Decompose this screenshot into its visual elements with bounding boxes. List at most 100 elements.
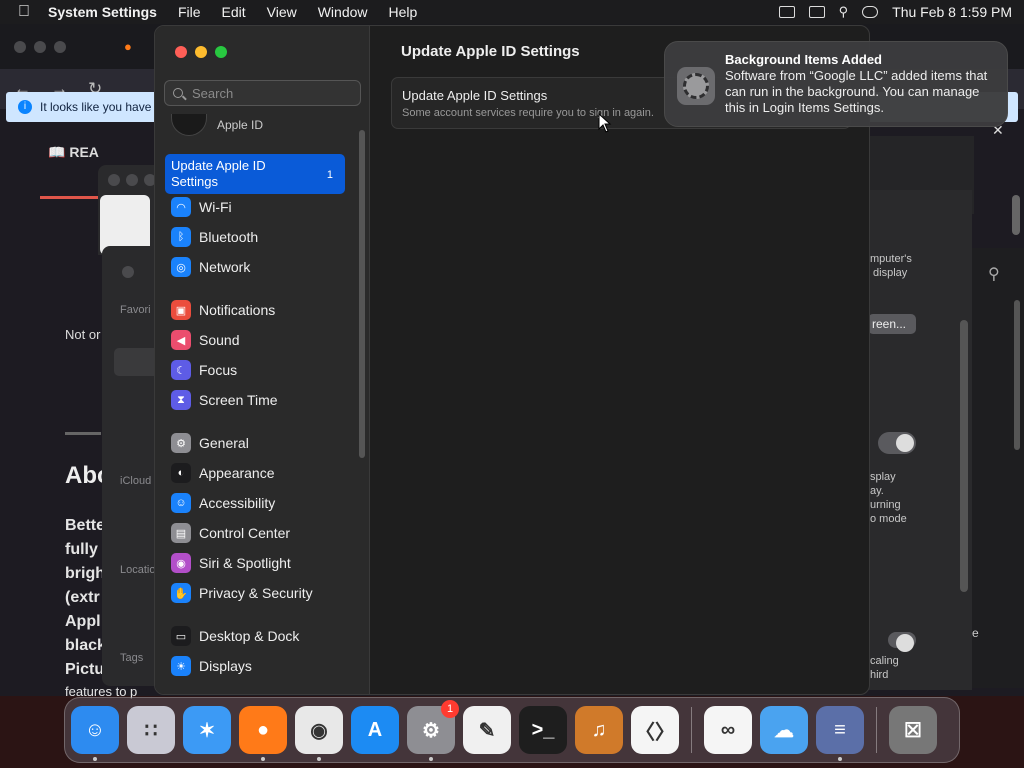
sidebar-item-label: Screen Time	[199, 392, 278, 408]
firefox-scrollbar[interactable]	[1012, 195, 1020, 235]
safari-app[interactable]: ✶	[183, 706, 231, 754]
firefox-tab-icon[interactable]: ●	[124, 39, 132, 54]
sidebar-item-wi-fi[interactable]: ◠ Wi-Fi	[171, 196, 232, 218]
textedit-app[interactable]: ✎	[463, 706, 511, 754]
background-items-notification[interactable]: Background Items Added Software from “Go…	[664, 41, 1008, 127]
launchpad-icon: ∷	[144, 719, 158, 742]
sidebar-item-displays[interactable]: ☀ Displays	[171, 655, 252, 677]
firefox-icon: ●	[256, 718, 270, 741]
system-settings-app[interactable]: ⚙ 1	[407, 700, 459, 761]
sidebar-item-label: Notifications	[199, 302, 276, 318]
menu-view[interactable]: View	[267, 4, 297, 20]
sidebar-item-network[interactable]: ◎ Network	[171, 256, 250, 278]
window-minimize-button[interactable]	[195, 46, 207, 58]
sidebar-item-notifications[interactable]: ▣ Notifications	[171, 299, 275, 321]
sidebar-item-siri-spotlight[interactable]: ◉ Siri & Spotlight	[171, 552, 291, 574]
weather-app[interactable]: ☁	[760, 706, 808, 754]
mouse-cursor-icon	[598, 113, 612, 133]
dock: ☺ ∷ ✶ ● ◉ A ⚙ 1 ✎ >_ ♫ 〈〉 ∞ ☁ ≡ ☒	[64, 697, 960, 763]
sidebar-item-desktop-dock[interactable]: ▭ Desktop & Dock	[171, 625, 299, 647]
displays-icon: ☀	[171, 656, 191, 676]
running-indicator	[838, 757, 842, 761]
sidebar-item-control-center[interactable]: ▤ Control Center	[171, 522, 290, 544]
menu-file[interactable]: File	[178, 4, 201, 20]
sidebar-item-appearance[interactable]: ◐ Appearance	[171, 462, 275, 484]
sidebar-item-screen-time[interactable]: ⧗ Screen Time	[171, 389, 278, 411]
stage-manager-icon[interactable]	[808, 6, 825, 18]
apple-id-label: Apple ID	[217, 118, 264, 132]
window-zoom-button[interactable]	[54, 40, 66, 53]
info-icon: i	[18, 100, 32, 114]
sidebar-item-label: Appearance	[199, 465, 275, 481]
terminal-icon: >_	[531, 718, 555, 741]
reader-view-label[interactable]: 📖 REA	[48, 144, 99, 161]
chrome-icon: ◉	[310, 719, 328, 742]
search-icon[interactable]: ⚲	[988, 264, 1000, 284]
sidebar-item-sound[interactable]: ◀ Sound	[171, 329, 239, 351]
sidebar-favorites-label: Favori	[120, 304, 151, 316]
launchpad-app[interactable]: ∷	[127, 706, 175, 754]
running-indicator	[261, 757, 265, 761]
general-icon: ⚙	[171, 433, 191, 453]
window-minimize-button[interactable]	[126, 174, 138, 186]
sidebar-item-label: Control Center	[199, 525, 291, 541]
article-line: brigh	[65, 565, 105, 582]
terminal-app[interactable]: >_	[519, 706, 567, 754]
search-input[interactable]: Search	[164, 80, 361, 106]
finder-app[interactable]: ☺	[71, 706, 119, 761]
sidebar-item-bluetooth[interactable]: ᛒ Bluetooth	[171, 226, 258, 248]
far-right-scrollbar[interactable]	[1014, 300, 1020, 450]
visual-studio-app[interactable]: ∞	[704, 706, 752, 754]
garageband-app[interactable]: ♫	[575, 706, 623, 754]
avatar	[171, 114, 207, 136]
window-close-button[interactable]	[175, 46, 187, 58]
focus-icon: ☾	[171, 360, 191, 380]
sidebar-item-update-apple-id[interactable]: Update Apple ID Settings 1	[165, 154, 345, 194]
spotlight-search-icon[interactable]: ⚲	[839, 4, 849, 20]
behind-text: splay ay. urning o mode	[870, 471, 907, 525]
running-indicator	[429, 757, 433, 761]
app-store-app[interactable]: A	[351, 706, 399, 754]
sidebar-item-focus[interactable]: ☾ Focus	[171, 359, 237, 381]
sidebar-item-apple-id[interactable]: Apple ID	[171, 114, 263, 136]
vscode-app[interactable]: 〈〉	[631, 706, 679, 754]
menu-window[interactable]: Window	[318, 4, 368, 20]
window-zoom-button[interactable]	[215, 46, 227, 58]
screen-mirroring-icon[interactable]	[778, 6, 795, 18]
settings-sidebar: Search Apple ID Update Apple ID Settings…	[155, 26, 370, 694]
sidebar-item-privacy-security[interactable]: ✋ Privacy & Security	[171, 582, 313, 604]
privacy-icon: ✋	[171, 583, 191, 603]
menu-edit[interactable]: Edit	[222, 4, 246, 20]
menu-clock[interactable]: Thu Feb 8 1:59 PM	[892, 4, 1012, 20]
article-line: Pictu	[65, 661, 105, 678]
window-close-button[interactable]	[122, 266, 134, 278]
scaling-toggle[interactable]	[888, 632, 916, 652]
edge-text: e	[972, 626, 979, 640]
firefox-app[interactable]: ●	[239, 706, 287, 761]
taskbar-app[interactable]: ≡	[816, 706, 864, 761]
desktop-dock-icon: ▭	[171, 626, 191, 646]
display-toggle[interactable]	[878, 432, 916, 454]
menu-help[interactable]: Help	[389, 4, 418, 20]
apple-menu-icon[interactable]: 	[18, 3, 30, 21]
sidebar-locations-label: Locatio	[120, 564, 156, 576]
chrome-app[interactable]: ◉	[295, 706, 343, 761]
behind-scrollbar[interactable]	[960, 320, 968, 592]
system-settings-icon: ⚙	[422, 719, 440, 742]
window-close-button[interactable]	[14, 40, 26, 53]
trash-app[interactable]: ☒	[889, 706, 937, 754]
search-icon	[173, 88, 183, 98]
article-line: (extr	[65, 589, 100, 606]
bluetooth-icon: ᛒ	[171, 227, 191, 247]
control-center-icon[interactable]	[862, 6, 879, 18]
sidebar-item-general[interactable]: ⚙ General	[171, 432, 249, 454]
menu-app-name[interactable]: System Settings	[48, 4, 157, 20]
arrange-screen-button[interactable]: reen...	[868, 314, 916, 334]
window-close-button[interactable]	[108, 174, 120, 186]
article-line: Appl	[65, 613, 101, 630]
sidebar-item-accessibility[interactable]: ☺ Accessibility	[171, 492, 275, 514]
window-minimize-button[interactable]	[34, 40, 46, 53]
sidebar-tags-label: Tags	[120, 652, 144, 664]
sidebar-scrollbar[interactable]	[359, 130, 365, 458]
background-window	[98, 165, 158, 255]
